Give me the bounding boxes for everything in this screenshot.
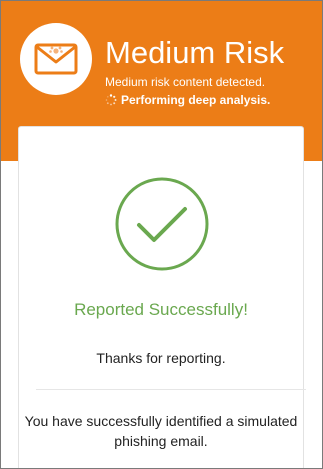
result-message: You have successfully identified a simul… <box>24 413 298 449</box>
risk-title: Medium Risk <box>105 35 285 70</box>
logo-badge <box>20 23 92 95</box>
thanks-text: Thanks for reporting. <box>96 350 226 366</box>
envelope-icon <box>34 43 78 75</box>
analysis-status: Performing deep analysis. <box>105 92 270 108</box>
risk-subtitle: Medium risk content detected. <box>105 75 266 89</box>
checkmark-circle-icon <box>115 177 209 271</box>
report-panel: Medium Risk Medium risk content detected… <box>0 0 323 469</box>
spinner-icon <box>105 94 117 106</box>
success-title: Reported Successfully! <box>74 300 248 319</box>
divider <box>36 389 306 390</box>
analysis-status-text: Performing deep analysis. <box>121 93 271 107</box>
result-card: Reported Successfully! Thanks for report… <box>18 126 306 468</box>
